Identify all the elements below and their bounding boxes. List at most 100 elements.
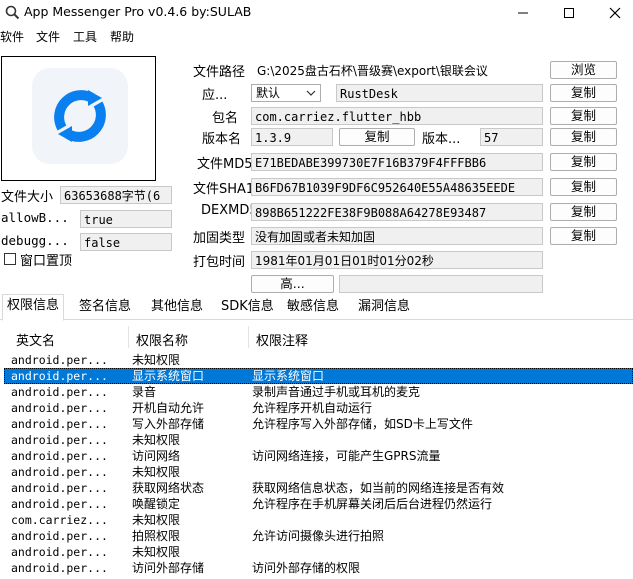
window-title: App Messenger Pro v0.4.6 by:SULAB xyxy=(24,4,252,19)
app-name-field[interactable]: RustDesk xyxy=(336,84,543,102)
copy-version-code-button[interactable]: 复制 xyxy=(550,128,617,146)
cell-permission-note: 显示系统窗口 xyxy=(252,369,325,383)
menu-tools[interactable]: 工具 xyxy=(73,28,97,45)
allow-backup-field[interactable]: true xyxy=(80,210,172,228)
md5-field[interactable]: E71BEDABE399730E7F16B379F4FFFBB6 xyxy=(251,153,543,171)
package-label: 包名 xyxy=(212,111,239,126)
topmost-checkbox[interactable] xyxy=(4,253,16,265)
rustdesk-logo-icon xyxy=(32,68,128,164)
table-row[interactable]: android.per... 录音 录制声音通过手机或耳机的麦克 xyxy=(4,384,633,400)
cell-permission-note: 允许程序在手机屏幕关闭后后台进程仍然运行 xyxy=(252,497,493,511)
cell-permission-note: 访问外部存储的权限 xyxy=(252,561,361,575)
minimize-button[interactable] xyxy=(501,0,545,26)
table-row[interactable]: android.per... 访问网络 访问网络连接，可能产生GPRS流量 xyxy=(4,448,633,464)
cell-permission-name: 未知权限 xyxy=(132,545,181,559)
browse-button[interactable]: 浏览 xyxy=(550,61,617,79)
table-row[interactable]: com.carriez... 未知权限 xyxy=(4,512,633,528)
tab-sdk[interactable]: SDK信息 xyxy=(217,296,278,318)
tab-vulnerability[interactable]: 漏洞信息 xyxy=(354,296,414,318)
cell-english-name: android.per... xyxy=(11,417,108,431)
cell-english-name: android.per... xyxy=(11,433,108,447)
menu-help[interactable]: 帮助 xyxy=(110,28,134,45)
column-header-permission-note[interactable]: 权限注释 xyxy=(256,330,308,349)
copy-dexmd5-button[interactable]: 复制 xyxy=(550,203,617,221)
table-row[interactable]: android.per... 写入外部存储 允许程序写入外部存储，如SD卡上写文件 xyxy=(4,416,633,432)
package-field[interactable]: com.carriez.flutter_hbb xyxy=(251,107,543,125)
version-name-label: 版本名 xyxy=(202,132,242,147)
language-select[interactable]: 默认 xyxy=(251,84,321,102)
table-row[interactable]: android.per... 访问外部存储 访问外部存储的权限 xyxy=(4,560,633,576)
cell-english-name: android.per... xyxy=(11,465,108,479)
menu-software[interactable]: 软件 xyxy=(0,28,24,45)
table-row[interactable]: android.per... 未知权限 xyxy=(4,464,633,480)
table-row[interactable]: android.per... 未知权限 xyxy=(4,432,633,448)
close-icon xyxy=(609,7,621,19)
cell-permission-note: 允许访问摄像头进行拍照 xyxy=(252,529,385,543)
version-code-field[interactable]: 57 xyxy=(480,128,543,146)
cell-permission-name: 未知权限 xyxy=(132,465,181,479)
status-field xyxy=(339,275,543,293)
advanced-button[interactable]: 高... xyxy=(251,275,334,293)
md5-label: 文件MD5 xyxy=(197,157,253,172)
copy-package-button[interactable]: 复制 xyxy=(550,107,617,125)
app-icon-preview xyxy=(1,56,156,181)
copy-md5-button[interactable]: 复制 xyxy=(550,153,617,171)
cell-permission-note: 获取网络信息状态，如当前的网络连接是否有效 xyxy=(252,481,505,495)
table-row[interactable]: android.per... 未知权限 xyxy=(4,544,633,560)
cell-english-name: android.per... xyxy=(11,481,108,495)
cell-english-name: android.per... xyxy=(11,545,108,559)
cell-english-name: android.per... xyxy=(11,529,108,543)
chevron-down-icon xyxy=(306,90,316,96)
table-row[interactable]: android.per... 显示系统窗口 显示系统窗口 xyxy=(4,368,633,384)
copy-version-name-button[interactable]: 复制 xyxy=(339,128,415,146)
cell-english-name: android.per... xyxy=(11,497,108,511)
tabs-divider xyxy=(0,319,633,320)
tab-sensitive[interactable]: 敏感信息 xyxy=(283,296,343,318)
cell-permission-name: 访问网络 xyxy=(132,449,181,463)
table-row[interactable]: android.per... 唤醒锁定 允许程序在手机屏幕关闭后后台进程仍然运行 xyxy=(4,496,633,512)
column-header-english[interactable]: 英文名 xyxy=(16,330,55,349)
cell-permission-name: 获取网络状态 xyxy=(132,481,205,495)
packer-field[interactable]: 没有加固或者未知加固 xyxy=(251,227,543,245)
file-size-label: 文件大小 xyxy=(1,190,54,205)
cell-english-name: android.per... xyxy=(11,449,108,463)
column-separator[interactable] xyxy=(128,326,129,348)
title-bar[interactable]: App Messenger Pro v0.4.6 by:SULAB xyxy=(0,0,633,26)
table-row[interactable]: android.per... 未知权限 xyxy=(4,352,633,368)
cell-permission-note: 允许程序写入外部存储，如SD卡上写文件 xyxy=(252,417,473,431)
copy-sha1-button[interactable]: 复制 xyxy=(550,178,617,196)
file-path-label: 文件路径 xyxy=(193,65,246,80)
cell-permission-name: 未知权限 xyxy=(132,433,181,447)
maximize-button[interactable] xyxy=(547,0,591,26)
table-row[interactable]: android.per... 获取网络状态 获取网络信息状态，如当前的网络连接是否有… xyxy=(4,480,633,496)
cell-permission-name: 未知权限 xyxy=(132,513,181,527)
menu-file[interactable]: 文件 xyxy=(36,28,60,45)
dexmd5-field[interactable]: 898B651222FE38F9B088A64278E93487 xyxy=(251,203,543,221)
tab-permissions[interactable]: 权限信息 xyxy=(2,294,65,321)
close-button[interactable] xyxy=(593,0,633,26)
column-header-permission-name[interactable]: 权限名称 xyxy=(136,330,188,349)
copy-app-name-button[interactable]: 复制 xyxy=(550,84,617,102)
cell-permission-name: 拍照权限 xyxy=(132,529,181,543)
topmost-label: 窗口置顶 xyxy=(20,254,73,269)
version-code-label: 版本... xyxy=(422,132,461,147)
file-path-field[interactable]: G:\2025盘古石杯\晋级赛\export\银联会议 xyxy=(253,61,543,79)
sha1-field[interactable]: B6FD67B1039F9DF6C952640E55A48635EEDE xyxy=(251,178,543,196)
tab-other[interactable]: 其他信息 xyxy=(147,296,207,318)
cell-english-name: android.per... xyxy=(11,353,108,367)
cell-english-name: android.per... xyxy=(11,369,108,383)
table-row[interactable]: android.per... 拍照权限 允许访问摄像头进行拍照 xyxy=(4,528,633,544)
cell-english-name: android.per... xyxy=(11,401,108,415)
pack-time-field[interactable]: 1981年01月01日01时01分02秒 xyxy=(251,251,543,269)
version-name-field[interactable]: 1.3.9 xyxy=(251,128,333,146)
file-size-field[interactable]: 63653688字节(6 xyxy=(60,186,172,204)
app-icon xyxy=(5,5,20,20)
table-row[interactable]: android.per... 开机自动允许 允许程序开机自动运行 xyxy=(4,400,633,416)
copy-packer-button[interactable]: 复制 xyxy=(550,227,617,245)
minimize-icon xyxy=(518,12,528,14)
language-select-value: 默认 xyxy=(256,86,281,100)
tab-signature[interactable]: 签名信息 xyxy=(75,296,135,318)
debuggable-field[interactable]: false xyxy=(80,233,172,251)
column-separator[interactable] xyxy=(248,326,249,348)
cell-english-name: android.per... xyxy=(11,385,108,399)
